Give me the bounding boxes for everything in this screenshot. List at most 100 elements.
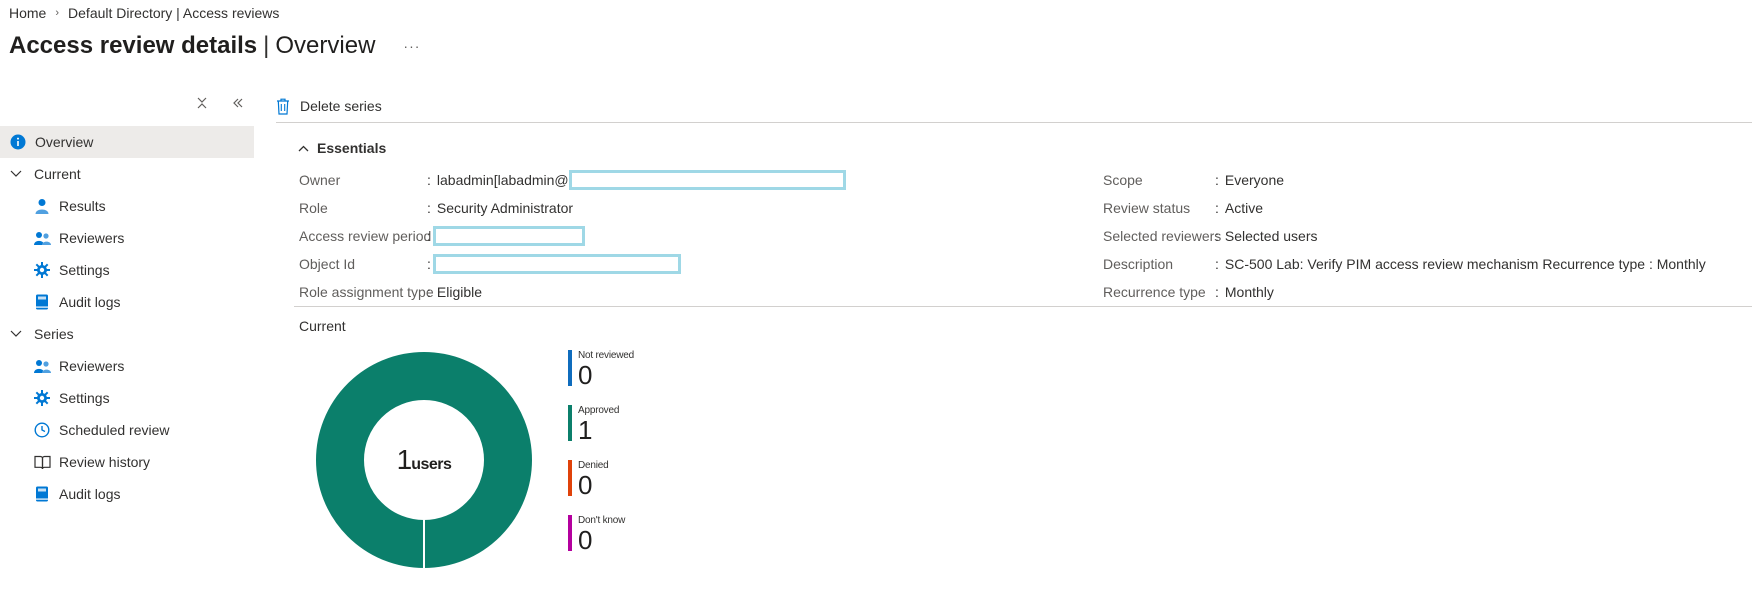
sidebar: Overview Current Results Reviewers Setti…	[0, 126, 254, 510]
toolbar-divider	[276, 122, 1752, 123]
sidebar-item-series-settings[interactable]: Settings	[0, 382, 254, 414]
essentials-owner: Owner : labadmin[labadmin@	[299, 170, 846, 190]
sidebar-item-results[interactable]: Results	[0, 190, 254, 222]
delete-series-button[interactable]: Delete series	[276, 94, 382, 118]
property-label: Selected reviewers	[1103, 228, 1222, 244]
redacted-block	[432, 254, 681, 274]
open-book-icon	[33, 453, 51, 471]
essentials-description: Description : SC-500 Lab: Verify PIM acc…	[1103, 254, 1706, 274]
user-icon	[33, 197, 51, 215]
sidebar-item-series-audit-logs[interactable]: Audit logs	[0, 478, 254, 510]
more-options-icon[interactable]: ···	[403, 38, 420, 54]
donut-total-count: 1	[396, 444, 413, 475]
sidebar-item-label: Scheduled review	[59, 422, 170, 438]
essentials-review-status: Review status : Active	[1103, 198, 1263, 218]
sidebar-item-settings[interactable]: Settings	[0, 254, 254, 286]
sidebar-item-overview[interactable]: Overview	[0, 126, 254, 158]
essentials-selected-reviewers: Selected reviewers : Selected users	[1103, 226, 1318, 246]
essentials-recurrence-type: Recurrence type : Monthly	[1103, 282, 1274, 302]
essentials-toggle[interactable]: Essentials	[298, 140, 386, 156]
property-value: Eligible	[436, 284, 483, 300]
property-value[interactable]: labadmin[labadmin@	[437, 172, 569, 188]
breadcrumb-chevron-icon: ›	[55, 7, 60, 19]
clock-icon	[33, 421, 51, 439]
sidebar-tools	[196, 96, 244, 113]
property-colon: :	[1215, 284, 1219, 300]
sidebar-item-label: Audit logs	[59, 294, 121, 310]
legend-color-bar	[568, 405, 572, 441]
users-icon	[33, 229, 51, 247]
sidebar-item-label: Settings	[59, 262, 110, 278]
page-title-sub: Overview	[275, 32, 376, 59]
legend-count: 0	[578, 525, 593, 555]
collapse-sidebar-icon[interactable]	[232, 96, 244, 113]
property-label: Owner	[299, 172, 341, 188]
book-icon	[33, 485, 51, 503]
info-icon	[9, 133, 27, 151]
property-value: Security Administrator	[436, 200, 574, 216]
essentials-divider	[294, 306, 1752, 307]
property-colon: :	[1215, 172, 1219, 188]
collapse-all-icon[interactable]	[196, 96, 208, 113]
legend-count: 0	[578, 470, 593, 500]
sidebar-item-label: Reviewers	[59, 230, 125, 246]
property-colon: :	[1215, 256, 1219, 272]
property-label: Description	[1103, 256, 1174, 272]
legend-color-bar	[568, 350, 572, 386]
property-label: Role	[299, 200, 328, 216]
page-title: Access review details | Overview ···	[9, 32, 420, 60]
donut-center-total: 1 users	[372, 444, 476, 480]
redacted-block	[432, 226, 585, 246]
legend-denied[interactable]: Denied 0	[568, 458, 609, 498]
sidebar-group-current[interactable]: Current	[0, 158, 254, 190]
chevron-down-icon	[10, 330, 24, 338]
redacted-block	[568, 170, 846, 190]
page-title-separator: |	[263, 32, 270, 59]
property-colon: :	[427, 256, 431, 272]
essentials-object-id: Object Id :	[299, 254, 681, 274]
property-value: Everyone	[1224, 172, 1285, 188]
sidebar-item-scheduled-review[interactable]: Scheduled review	[0, 414, 254, 446]
essentials-heading: Essentials	[317, 140, 387, 156]
property-label: Access review period	[299, 228, 432, 244]
property-colon: :	[427, 172, 431, 188]
sidebar-item-label: Reviewers	[59, 358, 125, 374]
sidebar-item-series-reviewers[interactable]: Reviewers	[0, 350, 254, 382]
property-label: Object Id	[299, 256, 356, 272]
property-colon: :	[1215, 228, 1219, 244]
page-title-main: Access review details	[9, 32, 258, 59]
trash-icon	[276, 98, 290, 115]
property-value: SC-500 Lab: Verify PIM access review mec…	[1224, 256, 1706, 272]
essentials-scope: Scope : Everyone	[1103, 170, 1284, 190]
property-colon: :	[1215, 200, 1219, 216]
breadcrumb-directory[interactable]: Default Directory | Access reviews	[68, 5, 279, 21]
sidebar-item-review-history[interactable]: Review history	[0, 446, 254, 478]
sidebar-item-reviewers[interactable]: Reviewers	[0, 222, 254, 254]
legend-color-bar	[568, 515, 572, 551]
legend-dont-know[interactable]: Don't know 0	[568, 513, 625, 553]
sidebar-group-series[interactable]: Series	[0, 318, 254, 350]
property-label: Review status	[1103, 200, 1191, 216]
sidebar-item-label: Results	[59, 198, 106, 214]
sidebar-item-audit-logs[interactable]: Audit logs	[0, 286, 254, 318]
sidebar-item-label: Audit logs	[59, 486, 121, 502]
chevron-down-icon	[10, 170, 24, 178]
property-label: Scope	[1103, 172, 1143, 188]
breadcrumb-home[interactable]: Home	[9, 5, 46, 21]
donut-total-unit: users	[411, 456, 452, 473]
current-section-label: Current	[299, 318, 346, 334]
gear-icon	[33, 261, 51, 279]
property-colon: :	[427, 284, 431, 300]
gear-icon	[33, 389, 51, 407]
property-label: Recurrence type	[1103, 284, 1206, 300]
property-value: Active	[1224, 200, 1264, 216]
property-colon: :	[427, 228, 431, 244]
legend-count: 1	[578, 415, 593, 445]
breadcrumb: Home › Default Directory | Access review…	[9, 5, 279, 21]
delete-series-label: Delete series	[300, 98, 382, 114]
sidebar-group-label: Current	[34, 166, 81, 182]
essentials-role-assignment-type: Role assignment type : Eligible	[299, 282, 482, 302]
property-value: Selected users	[1224, 228, 1318, 244]
legend-approved[interactable]: Approved 1	[568, 403, 619, 443]
legend-not-reviewed[interactable]: Not reviewed 0	[568, 348, 634, 388]
